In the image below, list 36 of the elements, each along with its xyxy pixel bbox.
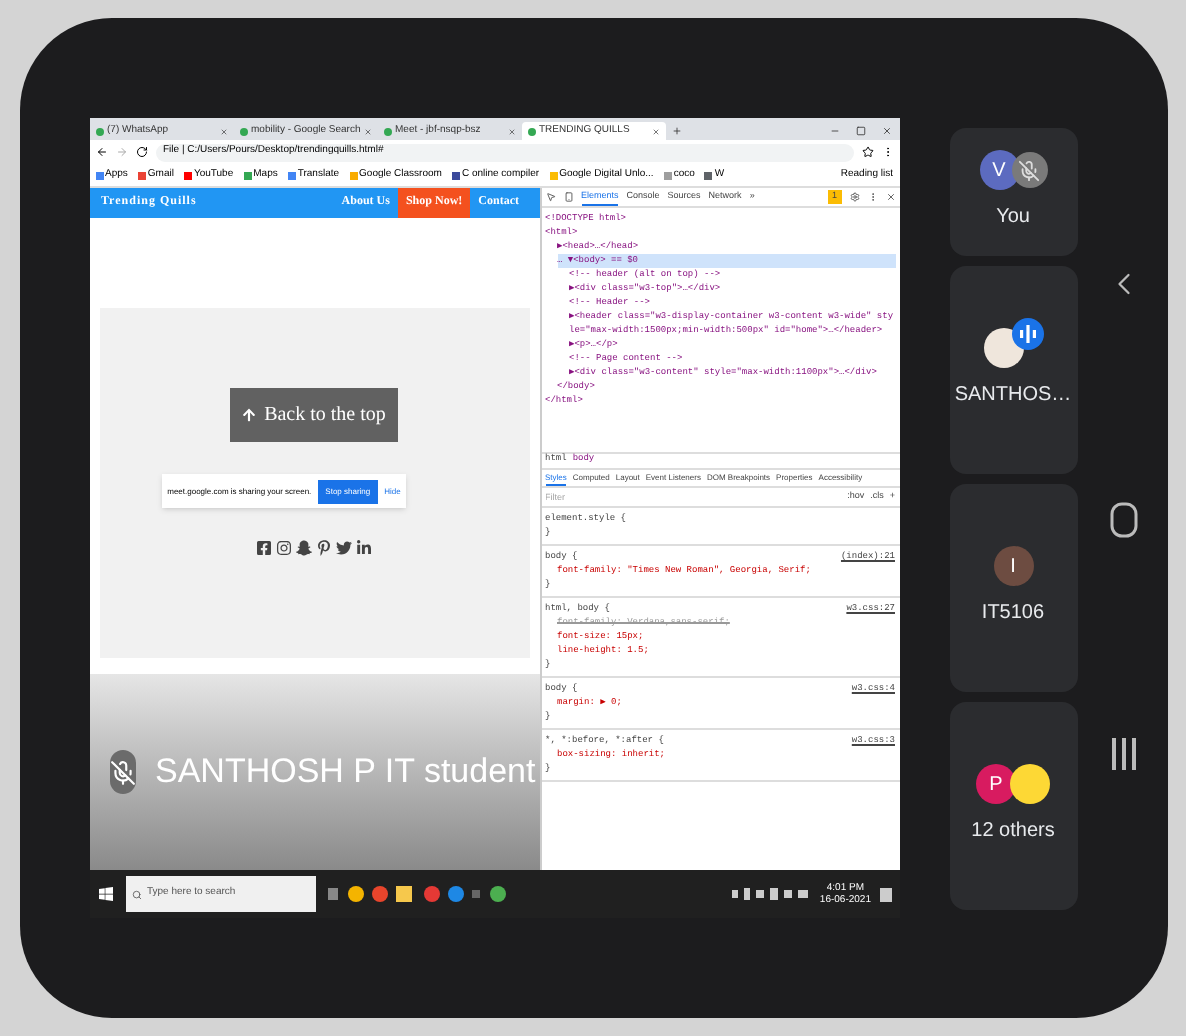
back-to-top-button[interactable]: Back to the top — [230, 388, 398, 442]
participant-name: SANTHOS… — [954, 382, 1072, 410]
participant-tile[interactable]: V You — [949, 127, 1077, 255]
back-icon[interactable] — [95, 146, 107, 158]
system-tray-icon[interactable] — [731, 886, 812, 902]
snapchat-icon[interactable] — [296, 540, 312, 556]
participant-name: 12 others — [971, 818, 1055, 846]
avatar: V — [979, 150, 1019, 190]
participant-tile[interactable]: SANTHOS… — [949, 265, 1077, 473]
twitter-icon[interactable] — [336, 540, 352, 556]
facebook-icon[interactable] — [256, 540, 272, 556]
presenter-name: SANTHOSH P IT student — [155, 750, 536, 795]
instagram-icon[interactable] — [276, 540, 292, 556]
reload-icon[interactable] — [135, 146, 147, 158]
home-nav-icon[interactable] — [1109, 502, 1137, 538]
inspect-icon[interactable] — [545, 192, 555, 202]
maximize-icon[interactable] — [855, 126, 865, 136]
avatar: I — [993, 546, 1033, 586]
pinterest-icon[interactable] — [316, 540, 332, 556]
avatar: P — [976, 764, 1016, 804]
device-icon[interactable] — [563, 192, 573, 202]
participant-tile[interactable]: P 12 others — [949, 701, 1077, 909]
taskbar-apps-icon[interactable] — [327, 884, 507, 904]
recents-nav-icon[interactable] — [1109, 738, 1137, 770]
windows-logo-icon[interactable] — [97, 886, 113, 902]
linkedin-icon[interactable] — [356, 540, 372, 556]
settings-icon[interactable] — [849, 192, 859, 202]
search-icon — [131, 889, 141, 899]
new-tab-icon[interactable] — [671, 126, 681, 136]
participant-name: IT5106 — [981, 600, 1045, 628]
participant-tile[interactable]: I IT5106 — [949, 483, 1077, 691]
arrow-up-icon — [242, 408, 257, 422]
mic-off-icon — [1011, 152, 1047, 188]
star-icon[interactable] — [861, 146, 873, 158]
participant-name: You — [996, 204, 1030, 232]
audio-level-icon — [1011, 318, 1043, 350]
